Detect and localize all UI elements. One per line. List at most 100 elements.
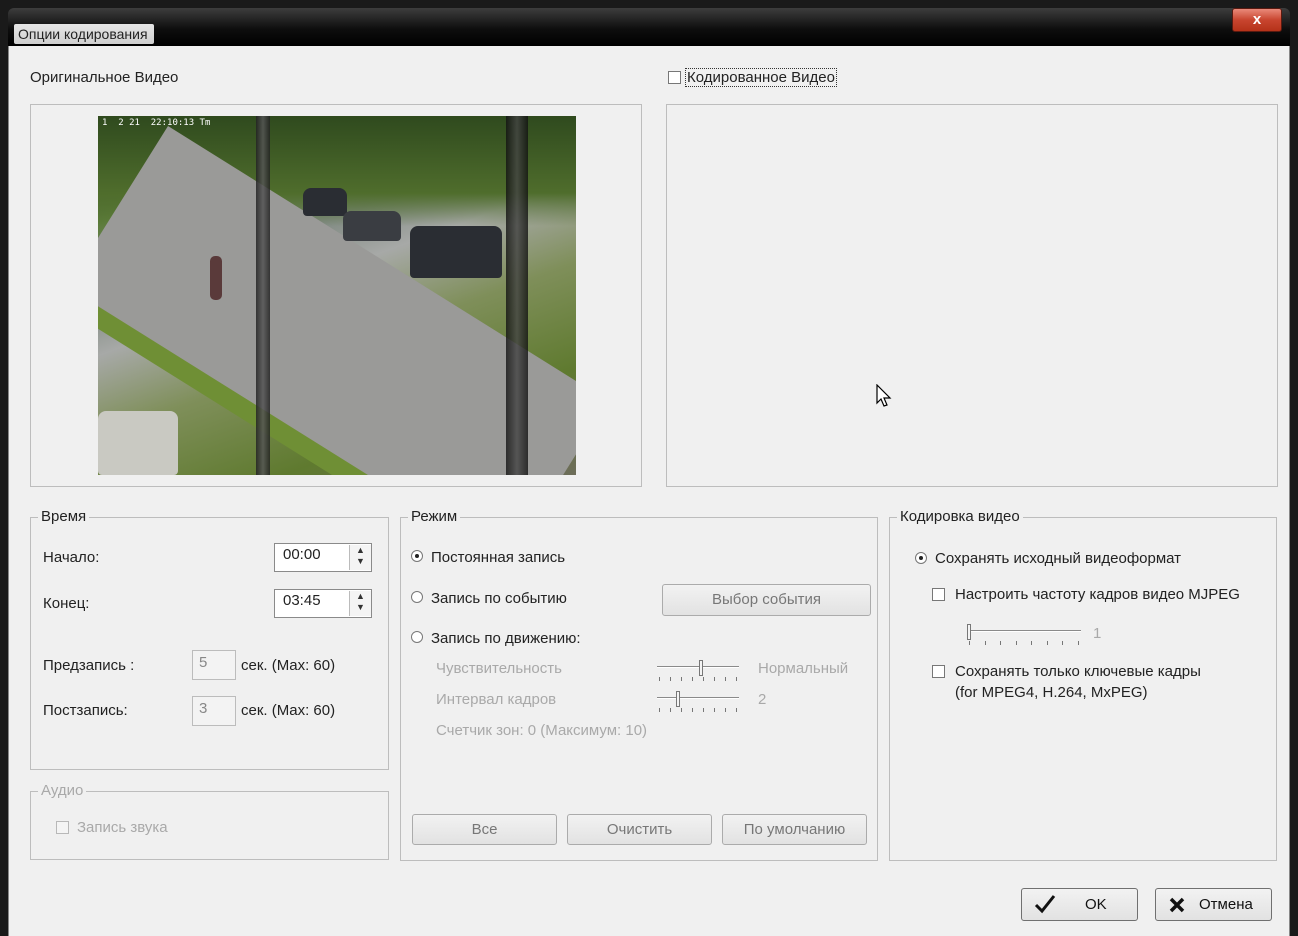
event-record-label[interactable]: Запись по событию	[431, 590, 567, 607]
start-time-value: 00:00	[283, 546, 321, 563]
end-label: Конец:	[43, 595, 90, 612]
motion-record-radio[interactable]	[411, 631, 423, 643]
keyframes-only-note: (for MPEG4, H.264, MxPEG)	[955, 684, 1148, 701]
select-event-button[interactable]: Выбор события	[662, 584, 871, 616]
window-title: Опции кодирования	[14, 24, 154, 44]
slider-tick	[714, 708, 715, 712]
slider-tick	[1000, 641, 1001, 645]
close-icon: x	[1252, 11, 1262, 28]
slider-track	[657, 666, 739, 668]
encoded-video-checkbox[interactable]	[668, 71, 681, 84]
checkmark-icon	[1034, 894, 1056, 918]
video-person	[210, 256, 222, 300]
slider-thumb[interactable]	[967, 624, 971, 640]
sensitivity-slider[interactable]	[657, 660, 739, 684]
mjpeg-rate-slider[interactable]	[967, 624, 1081, 648]
motion-record-label[interactable]: Запись по движению:	[431, 630, 581, 647]
start-label: Начало:	[43, 549, 100, 566]
radio-selected-dot	[415, 554, 419, 558]
sensitivity-label: Чувствительность	[436, 660, 562, 677]
encoded-video-label[interactable]: Кодированное Видео	[685, 68, 837, 87]
video-window-frame	[506, 116, 528, 475]
keep-format-label[interactable]: Сохранять исходный видеоформат	[935, 550, 1181, 567]
record-sound-checkbox[interactable]	[56, 821, 69, 834]
x-mark-icon	[1168, 896, 1186, 918]
slider-tick	[659, 708, 660, 712]
cancel-label: Отмена	[1199, 896, 1253, 913]
slider-tick	[736, 677, 737, 681]
cancel-button[interactable]: Отмена	[1155, 888, 1272, 921]
slider-tick	[714, 677, 715, 681]
slider-tick	[692, 677, 693, 681]
video-car	[303, 188, 347, 216]
start-time-spinner[interactable]: ▲ ▼	[349, 545, 371, 570]
zone-counter: Счетчик зон: 0 (Максимум: 10)	[436, 722, 648, 739]
mode-group-title: Режим	[408, 508, 461, 525]
slider-tick	[670, 708, 671, 712]
slider-tick	[659, 677, 660, 681]
slider-tick	[1016, 641, 1017, 645]
video-window-frame	[256, 116, 270, 475]
slider-tick	[725, 677, 726, 681]
slider-ticks	[969, 641, 1079, 645]
postrecord-unit: сек. (Max: 60)	[241, 702, 336, 719]
ok-label: OK	[1085, 896, 1107, 913]
keyframes-only-label[interactable]: Сохранять только ключевые кадры	[955, 663, 1201, 680]
all-button[interactable]: Все	[412, 814, 557, 845]
postrecord-input: 3	[192, 696, 236, 726]
video-osd-timestamp: 1 2 21 22:10:13 Tm	[102, 118, 211, 128]
time-group-title: Время	[38, 508, 90, 525]
slider-thumb[interactable]	[676, 691, 680, 707]
postrecord-label: Постзапись:	[43, 702, 128, 719]
slider-tick	[670, 677, 671, 681]
sensitivity-value: Нормальный	[758, 660, 849, 677]
mode-group	[400, 517, 878, 861]
keep-format-radio[interactable]	[915, 552, 927, 564]
original-video-label: Оригинальное Видео	[30, 69, 179, 86]
title-bar	[8, 8, 1290, 46]
slider-tick	[703, 677, 704, 681]
frame-interval-label: Интервал кадров	[436, 691, 557, 708]
slider-tick	[1031, 641, 1032, 645]
slider-tick	[1078, 641, 1079, 645]
video-car	[410, 226, 502, 278]
slider-tick	[1062, 641, 1063, 645]
radio-selected-dot	[919, 556, 923, 560]
mouse-cursor-icon	[876, 383, 892, 412]
slider-ticks	[659, 708, 737, 712]
prerecord-unit: сек. (Max: 60)	[241, 657, 336, 674]
encoded-video-panel	[666, 104, 1278, 487]
close-button[interactable]: x	[1232, 8, 1282, 32]
clear-button[interactable]: Очистить	[567, 814, 712, 845]
slider-tick	[681, 677, 682, 681]
video-encoding-group-title: Кодировка видео	[897, 508, 1023, 525]
slider-thumb[interactable]	[699, 660, 703, 676]
constant-record-label[interactable]: Постоянная запись	[431, 549, 565, 566]
slider-tick	[692, 708, 693, 712]
constant-record-radio[interactable]	[411, 550, 423, 562]
slider-track	[967, 630, 1081, 632]
frame-interval-slider[interactable]	[657, 691, 739, 715]
slider-tick	[725, 708, 726, 712]
record-sound-label: Запись звука	[77, 819, 168, 836]
prerecord-label: Предзапись :	[43, 657, 135, 674]
event-record-radio[interactable]	[411, 591, 423, 603]
slider-tick	[736, 708, 737, 712]
frame-interval-value: 2	[758, 691, 767, 708]
slider-track	[657, 697, 739, 699]
mjpeg-rate-label[interactable]: Настроить частоту кадров видео MJPEG	[955, 586, 1240, 603]
mjpeg-rate-checkbox[interactable]	[932, 588, 945, 601]
original-video-frame: 1 2 21 22:10:13 Tm	[98, 116, 576, 475]
prerecord-input: 5	[192, 650, 236, 680]
video-car	[343, 211, 401, 241]
end-time-spinner[interactable]: ▲ ▼	[349, 591, 371, 616]
keyframes-only-checkbox[interactable]	[932, 665, 945, 678]
mjpeg-rate-value: 1	[1093, 625, 1102, 642]
slider-ticks	[659, 677, 737, 681]
slider-tick	[681, 708, 682, 712]
audio-group-title: Аудио	[38, 782, 87, 799]
default-button[interactable]: По умолчанию	[722, 814, 867, 845]
slider-tick	[703, 708, 704, 712]
slider-tick	[969, 641, 970, 645]
ok-button[interactable]: OK	[1021, 888, 1138, 921]
